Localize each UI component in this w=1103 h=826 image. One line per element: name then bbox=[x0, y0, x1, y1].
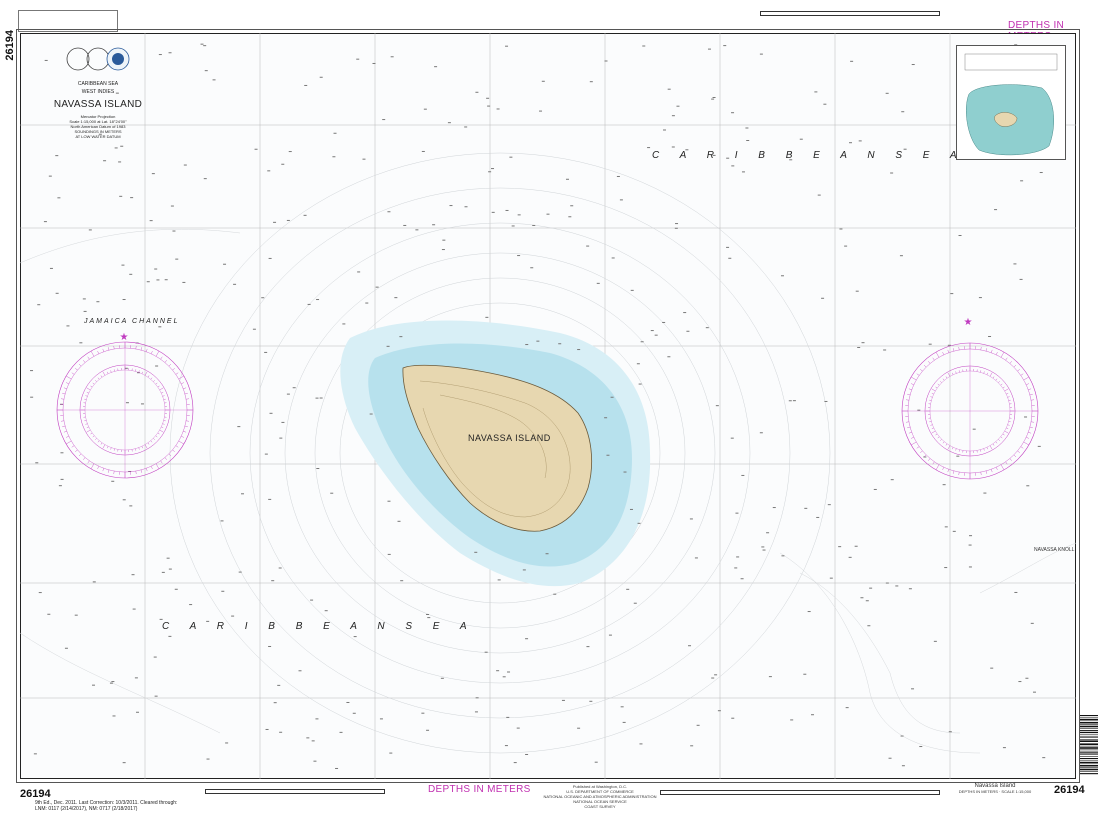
inset-map bbox=[956, 45, 1066, 160]
agency-seals-icon bbox=[66, 47, 130, 71]
bottom-title-sub: DEPTHS IN METERS · SCALE 1:15,000 bbox=[958, 789, 1032, 794]
title-block: CARIBBEAN SEA WEST INDIES NAVASSA ISLAND… bbox=[44, 44, 152, 139]
compass-rose-west bbox=[56, 341, 194, 479]
scale-bar-bottom bbox=[205, 789, 385, 794]
depths-label-bottom: DEPTHS IN METERS bbox=[428, 784, 531, 795]
nautical-chart-sheet: 26194 DEPTHS IN METERS bbox=[0, 0, 1103, 826]
caribbean-sea-label-upper: C A R I B B E A N S E A bbox=[652, 150, 966, 161]
scale-bar-top bbox=[760, 11, 940, 16]
compass-rose-east bbox=[901, 342, 1039, 480]
title-heights: AT LOW WATER DATUM bbox=[75, 134, 121, 139]
publisher-line-5: COAST SURVEY bbox=[584, 804, 616, 809]
sounding-scale-bar bbox=[660, 790, 940, 795]
chart-title: NAVASSA ISLAND bbox=[53, 99, 143, 110]
title-region-1: CARIBBEAN SEA bbox=[77, 81, 119, 87]
svg-text:★: ★ bbox=[120, 332, 129, 343]
navassa-knoll-label: NAVASSA KNOLL bbox=[1034, 547, 1075, 553]
title-region-2: WEST INDIES bbox=[81, 89, 115, 95]
chart-canvas: ★ ★ bbox=[20, 33, 1076, 779]
bottom-right-title: Navassa Island DEPTHS IN METERS · SCALE … bbox=[955, 783, 1035, 794]
caribbean-sea-label-lower: C A R I B B E A N S E A bbox=[162, 621, 476, 632]
chart-number-bottom-right: 26194 bbox=[1054, 784, 1085, 796]
publisher-note: Published at Washington, D.C. U.S. DEPAR… bbox=[540, 784, 660, 809]
edition-note: 9th Ed., Dec. 2011. Last Correction: 10/… bbox=[35, 800, 177, 812]
jamaica-channel-label: JAMAICA CHANNEL bbox=[84, 318, 180, 325]
chart-number-side: 26194 bbox=[4, 30, 16, 61]
svg-text:★: ★ bbox=[964, 317, 973, 328]
barcode-icon bbox=[1080, 715, 1098, 775]
edition-line-2: LNM: 0117 (2/14/2017), NM: 0717 (2/18/20… bbox=[35, 806, 138, 812]
chart-number-bottom-left: 26194 bbox=[20, 788, 51, 800]
island-name-label: NAVASSA ISLAND bbox=[468, 433, 551, 443]
